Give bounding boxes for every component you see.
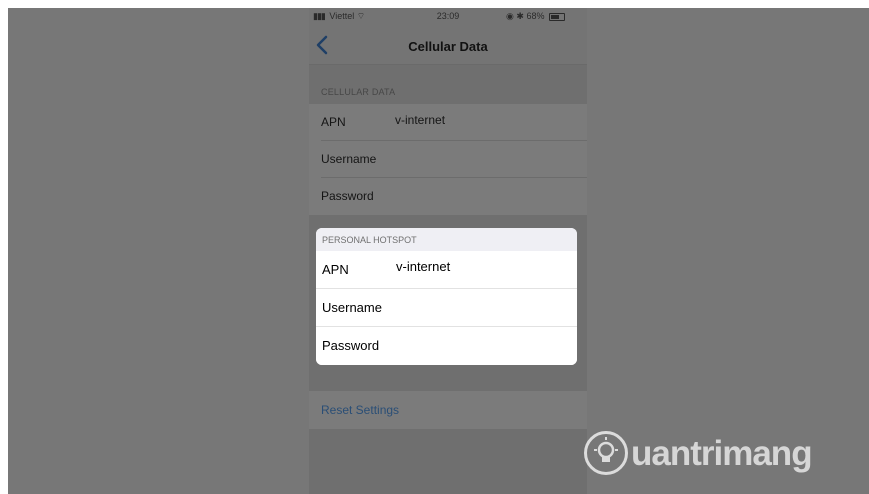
lightbulb-logo-icon [584,431,628,475]
location-icon: ◉ [506,11,514,21]
hotspot-section-header: PERSONAL HOTSPOT [316,228,577,251]
username-label: Username [321,152,377,166]
reset-settings-label: Reset Settings [321,403,400,417]
personal-hotspot-section: PERSONAL HOTSPOT APN v-internet Username… [316,228,577,365]
watermark-text: uantrimang [631,434,813,473]
page-title: Cellular Data [408,39,488,54]
apn-label: APN [321,115,346,129]
cellular-username-row[interactable]: Username [309,141,587,178]
battery-icon [549,12,565,21]
status-bar: ▮▮▮ Viettel ⌔ 23:09 ◉ ✱ 68% [309,8,587,26]
battery-percent: 68% [526,11,545,21]
apn-field[interactable]: v-internet [395,113,445,127]
cellular-password-row[interactable]: Password [309,178,587,215]
hotspot-username-label: Username [322,300,382,315]
hotspot-apn-label: APN [322,262,349,277]
bluetooth-icon: ✱ [516,11,524,21]
hotspot-password-row[interactable]: Password [316,327,577,365]
hotspot-username-row[interactable]: Username [316,289,577,327]
cellular-apn-row[interactable]: APN v-internet [309,104,587,141]
watermark: uantrimang [584,428,869,488]
cellular-section-header: CELLULAR DATA [321,87,396,97]
hotspot-apn-row[interactable]: APN v-internet [316,251,577,289]
reset-settings-button[interactable]: Reset Settings [309,391,587,429]
hotspot-apn-field[interactable]: v-internet [396,259,450,274]
password-label: Password [321,189,374,203]
hotspot-password-label: Password [322,338,380,353]
navigation-bar: Cellular Data [309,26,587,65]
